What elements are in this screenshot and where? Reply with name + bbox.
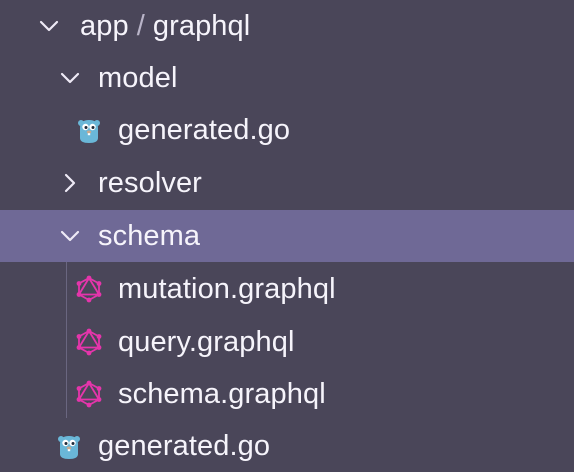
graphql-icon: [75, 380, 103, 408]
go-gopher-icon: [55, 432, 83, 460]
file-label-mutation-graphql: mutation.graphql: [118, 273, 336, 305]
tree-row-file-query-graphql[interactable]: query.graphql: [0, 316, 574, 368]
tree-row-root-folder[interactable]: app / graphql: [0, 0, 574, 52]
go-gopher-icon: [75, 116, 103, 144]
root-folder-path: app / graphql: [80, 0, 250, 52]
folder-label-schema: schema: [98, 220, 201, 252]
path-separator: /: [136, 10, 145, 42]
tree-row-file-generated-go-root[interactable]: generated.go: [0, 420, 574, 472]
chevron-down-icon[interactable]: [58, 66, 82, 90]
chevron-right-icon[interactable]: [58, 171, 82, 195]
tree-row-folder-resolver[interactable]: resolver: [0, 157, 574, 209]
file-label-generated-go-root: generated.go: [98, 430, 271, 462]
tree-row-file-schema-graphql[interactable]: schema.graphql: [0, 368, 574, 420]
chevron-down-icon[interactable]: [58, 224, 82, 248]
file-explorer-tree: app / graphql model generated.go resolve…: [0, 0, 574, 472]
tree-row-file-generated-go[interactable]: generated.go: [0, 104, 574, 156]
chevron-down-icon[interactable]: [37, 14, 61, 38]
graphql-icon: [75, 328, 103, 356]
path-segment-graphql: graphql: [152, 10, 251, 42]
path-segment-app: app: [80, 10, 129, 42]
tree-row-folder-schema[interactable]: schema: [0, 210, 574, 262]
graphql-icon: [75, 275, 103, 303]
tree-row-file-mutation-graphql[interactable]: mutation.graphql: [0, 263, 574, 315]
file-label-generated-go: generated.go: [118, 114, 291, 146]
file-label-query-graphql: query.graphql: [118, 326, 295, 358]
folder-label-resolver: resolver: [98, 167, 202, 199]
file-label-schema-graphql: schema.graphql: [118, 378, 326, 410]
folder-label-model: model: [98, 62, 178, 94]
tree-row-folder-model[interactable]: model: [0, 52, 574, 104]
